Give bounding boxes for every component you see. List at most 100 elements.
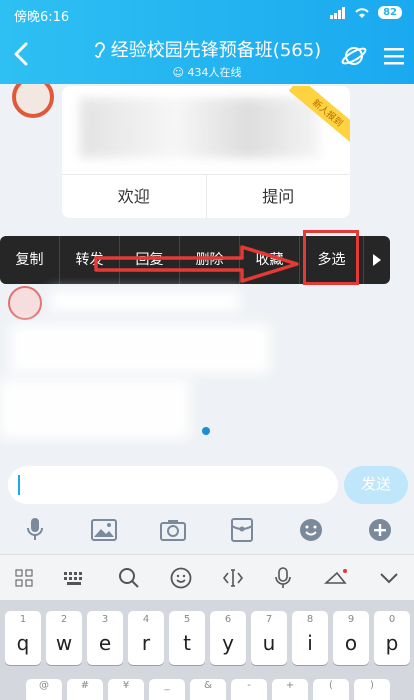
key-o[interactable]: 9o	[333, 611, 369, 665]
online-count: ☺ 434人在线	[70, 64, 344, 80]
key-q[interactable]: 1q	[5, 611, 41, 665]
camera-icon	[159, 520, 186, 541]
mute-planet-icon[interactable]	[340, 42, 368, 70]
key-letter: y	[222, 631, 234, 655]
plus-tool[interactable]	[366, 516, 394, 544]
message-input[interactable]	[8, 466, 338, 504]
key-row2[interactable]: ¥	[108, 679, 144, 700]
key-u[interactable]: 7u	[251, 611, 287, 665]
key-y[interactable]: 6y	[210, 611, 246, 665]
key-e[interactable]: 3e	[87, 611, 123, 665]
key-digit-hint: 2	[60, 614, 68, 625]
copy-menu-item[interactable]: 复制	[0, 236, 60, 284]
image-icon	[90, 519, 117, 541]
chat-header: 傍晚6:16 82 经验校园先锋预备班(565) ☺ 434人在线	[0, 0, 414, 84]
key-letter: e	[98, 631, 112, 655]
group-title-block[interactable]: 经验校园先锋预备班(565) ☺ 434人在线	[70, 36, 344, 80]
send-button[interactable]: 发送	[344, 466, 408, 504]
online-count-text: 434人在线	[187, 66, 242, 79]
blurred-block	[0, 379, 190, 439]
red-packet-icon	[230, 518, 253, 542]
key-digit-hint: 4	[142, 614, 150, 625]
chevron-down-icon[interactable]	[379, 572, 399, 584]
ear-icon	[94, 42, 105, 58]
cursor-move-icon[interactable]	[222, 567, 244, 589]
key-digit-hint: 3	[101, 614, 109, 625]
blurred-card-text	[80, 98, 320, 158]
skin-theme-icon[interactable]	[323, 567, 349, 589]
title-bar: 经验校园先锋预备班(565) ☺ 434人在线	[0, 32, 414, 82]
image-tool[interactable]	[90, 516, 118, 544]
card-actions: 欢迎 提问	[62, 174, 350, 218]
keyboard: 1 q 2 w 3 e 4 r 5 t 6 y 7 u 8 i 9 o 0 p @ # ¥ _ & - +()	[0, 600, 414, 700]
newcomer-card[interactable]: 新人报到 欢迎 提问	[62, 86, 350, 218]
red-packet-tool[interactable]	[228, 516, 256, 544]
blurred-block	[10, 324, 270, 374]
wifi-icon	[355, 7, 369, 18]
key-digit-hint: 8	[306, 614, 314, 625]
keyboard-icon[interactable]	[63, 570, 87, 586]
grid-icon[interactable]	[15, 569, 33, 587]
avatar[interactable]	[12, 84, 54, 118]
key-letter: p	[385, 631, 399, 655]
voice-input-icon[interactable]	[274, 566, 292, 589]
key-row2[interactable]: @	[26, 679, 62, 700]
key-digit-hint: 5	[183, 614, 191, 625]
smiley-icon	[299, 519, 322, 541]
online-icon: ☺	[172, 66, 184, 79]
welcome-button[interactable]: 欢迎	[62, 175, 206, 218]
emoji-keyboard-icon[interactable]	[170, 567, 192, 589]
camera-tool[interactable]	[159, 516, 187, 544]
emoji-tool[interactable]	[297, 516, 325, 544]
blurred-block	[50, 290, 240, 312]
key-digit-hint: 0	[388, 614, 396, 625]
keyboard-toolbar	[0, 554, 414, 600]
key-digit-hint: 7	[265, 614, 273, 625]
annotation-highlight-box	[303, 230, 359, 285]
menu-more-arrow[interactable]	[364, 236, 390, 284]
key-t[interactable]: 5t	[169, 611, 205, 665]
key-digit-hint: 6	[224, 614, 232, 625]
key-row2[interactable]: )	[354, 679, 390, 700]
blurred-message	[0, 284, 300, 454]
key-letter: r	[141, 631, 151, 655]
status-icons: 82	[330, 6, 402, 19]
key-letter: o	[344, 631, 358, 655]
microphone-icon	[26, 518, 43, 540]
status-bar: 傍晚6:16 82	[0, 0, 414, 28]
key-letter: q	[16, 631, 30, 655]
input-tools	[0, 510, 414, 550]
key-p[interactable]: 0p	[374, 611, 410, 665]
status-time: 傍晚6:16	[14, 10, 70, 25]
signal-icon	[330, 6, 346, 19]
search-icon[interactable]	[118, 567, 140, 589]
key-digit-hint: 1	[19, 614, 27, 625]
key-row2[interactable]: -	[231, 679, 267, 700]
key-row2[interactable]: +	[272, 679, 308, 700]
ask-button[interactable]: 提问	[205, 175, 351, 218]
plus-icon	[368, 519, 391, 541]
menu-icon[interactable]	[380, 42, 408, 70]
voice-tool[interactable]	[21, 516, 49, 544]
key-row2[interactable]: #	[67, 679, 103, 700]
key-letter: w	[55, 631, 73, 655]
key-i[interactable]: 8i	[292, 611, 328, 665]
key-letter: u	[262, 631, 276, 655]
key-w[interactable]: 2w	[46, 611, 82, 665]
avatar[interactable]	[8, 286, 42, 320]
blue-dot	[202, 427, 210, 435]
battery-badge: 82	[378, 6, 402, 19]
key-letter: i	[307, 631, 313, 655]
key-letter: t	[183, 631, 191, 655]
key-digit-hint: 9	[347, 614, 355, 625]
key-row2[interactable]: &	[190, 679, 226, 700]
back-arrow-icon[interactable]	[8, 38, 36, 70]
group-title-text: 经验校园先锋预备班(565)	[110, 40, 322, 61]
group-title: 经验校园先锋预备班(565)	[70, 36, 344, 62]
key-row2[interactable]: (	[313, 679, 349, 700]
annotation-arrow	[94, 245, 299, 283]
chat-area[interactable]: 新人报到 欢迎 提问 复制 转发 回复 删除 收藏 多选	[0, 84, 414, 454]
key-r[interactable]: 4r	[128, 611, 164, 665]
key-row2[interactable]: _	[149, 679, 185, 700]
triangle-right-icon	[373, 254, 381, 266]
